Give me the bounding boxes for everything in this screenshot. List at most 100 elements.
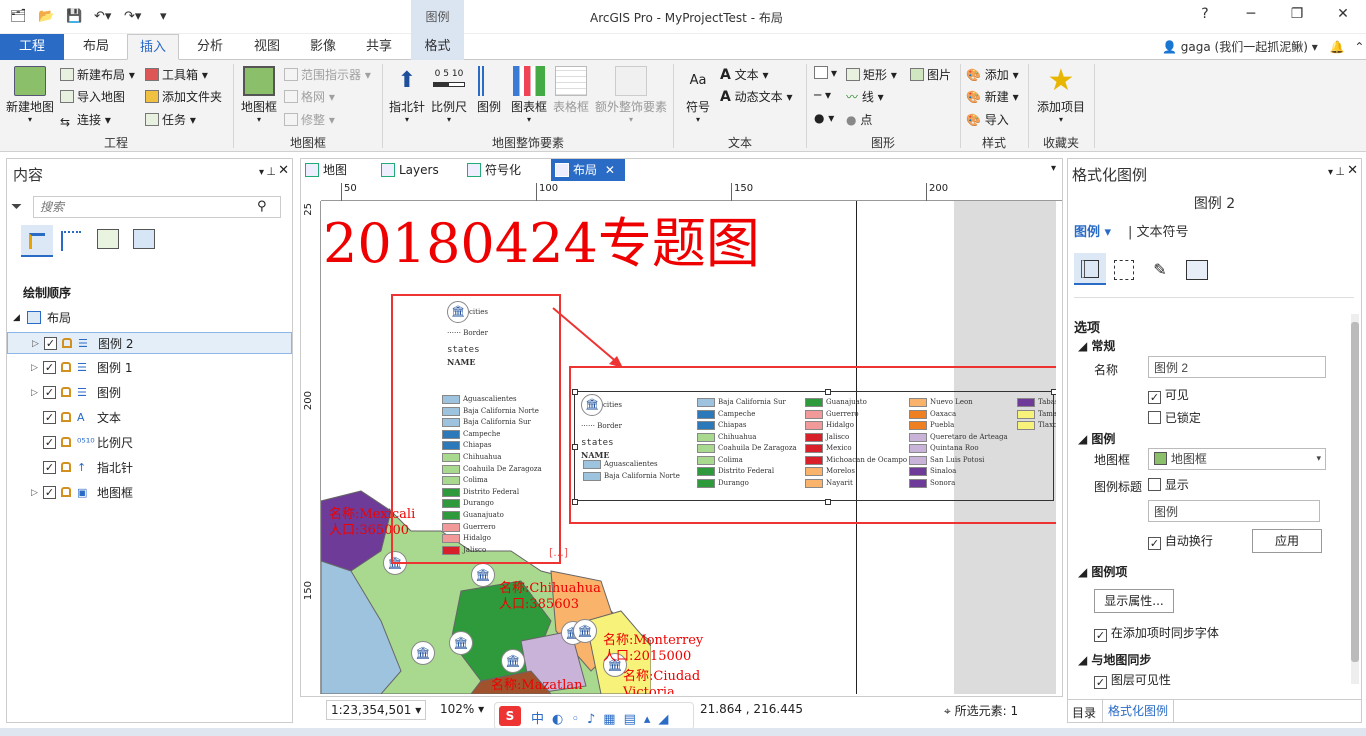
legend-button[interactable]: 图例 bbox=[472, 66, 506, 115]
map-frame-button[interactable]: 地图框 ▾ bbox=[238, 66, 280, 124]
layout-canvas[interactable]: 🏛🏛🏛🏛🏛🏛🏛🏛 20180424专题图 名称:Mexicali人口:36500… bbox=[321, 201, 1056, 694]
catalog-tab[interactable]: 目录 bbox=[1072, 704, 1096, 721]
visibility-checkbox[interactable]: ✓ bbox=[43, 361, 56, 374]
general-section[interactable]: ◢ 常规 bbox=[1078, 337, 1115, 354]
point-style-button[interactable]: ● ▾ bbox=[814, 111, 834, 125]
display-view-button[interactable]: ✎ bbox=[1150, 260, 1170, 280]
pin-icon[interactable]: ⊥ bbox=[1335, 165, 1345, 178]
doc-tab-map[interactable]: 地图 bbox=[301, 159, 361, 181]
grid-button[interactable]: 格网 ▾ bbox=[284, 88, 335, 105]
visibility-checkbox[interactable]: ✓ bbox=[43, 461, 56, 474]
extra-surround-button[interactable]: 额外整饰要素 ▾ bbox=[592, 66, 670, 124]
visible-checkbox[interactable]: ✓ 可见 bbox=[1148, 386, 1189, 404]
tree-root-layout[interactable]: ◢ 布局 bbox=[7, 307, 292, 329]
expand-icon[interactable]: ▷ bbox=[31, 482, 38, 504]
expand-icon[interactable]: ▷ bbox=[31, 357, 38, 379]
lock-icon[interactable] bbox=[61, 462, 71, 472]
name-input[interactable] bbox=[1148, 356, 1326, 378]
save-icon[interactable]: 💾 bbox=[66, 9, 82, 24]
lock-icon[interactable] bbox=[61, 437, 71, 447]
lock-icon[interactable] bbox=[61, 487, 71, 497]
tree-item[interactable]: ▷ ✓ ☰ 图例 2 bbox=[7, 332, 292, 354]
minimize-button[interactable]: ─ bbox=[1236, 6, 1266, 22]
tree-item[interactable]: ▷ ✓ ☰ 图例 1 bbox=[7, 357, 292, 379]
legend-items-section[interactable]: ◢ 图例项 bbox=[1078, 563, 1127, 580]
collapse-icon[interactable]: ◢ bbox=[13, 307, 20, 329]
tab-analysis[interactable]: 分析 bbox=[186, 34, 234, 60]
filter-icon[interactable]: ⏷ bbox=[11, 199, 22, 215]
line-button[interactable]: 〰 线 ▾ bbox=[846, 88, 884, 105]
expand-icon[interactable]: ▷ bbox=[31, 382, 38, 404]
layer-visibility-checkbox[interactable]: ✓ 图层可见性 bbox=[1094, 671, 1171, 689]
visibility-checkbox[interactable]: ✓ bbox=[43, 386, 56, 399]
redo-icon[interactable]: ↷▾ bbox=[124, 9, 141, 24]
tab-list-icon[interactable]: ▾ bbox=[1051, 163, 1056, 174]
pane-options-icon[interactable]: ▾ bbox=[259, 167, 264, 178]
lock-icon[interactable] bbox=[61, 387, 71, 397]
close-pane-icon[interactable]: ✕ bbox=[278, 163, 289, 178]
tree-item[interactable]: ▷ ✓ ▣ 地图框 bbox=[7, 482, 292, 504]
doc-tab-symbology[interactable]: 符号化 bbox=[463, 159, 541, 181]
collapse-ribbon-icon[interactable]: ⌃ bbox=[1354, 40, 1364, 54]
show-title-checkbox[interactable]: 显示 bbox=[1148, 476, 1189, 493]
scrollbar[interactable] bbox=[1351, 314, 1359, 684]
notification-icon[interactable]: 🔔 bbox=[1330, 40, 1345, 54]
legend-title-input[interactable] bbox=[1148, 500, 1320, 522]
picture-button[interactable]: 图片 bbox=[910, 66, 951, 83]
tab-view[interactable]: 视图 bbox=[243, 34, 291, 60]
north-arrow-button[interactable]: ⬆ 指北针 ▾ bbox=[386, 66, 428, 124]
layout-title-text[interactable]: 20180424专题图 bbox=[323, 201, 760, 278]
toolbox-button[interactable]: 工具箱 ▾ bbox=[145, 66, 208, 83]
open-project-icon[interactable]: 📂 bbox=[38, 9, 54, 24]
visibility-checkbox[interactable]: ✓ bbox=[44, 337, 57, 350]
selection-view-button[interactable] bbox=[61, 231, 81, 251]
connect-button[interactable]: ⇆ 连接 ▾ bbox=[60, 111, 111, 129]
add-style-button[interactable]: 🎨 添加 ▾ bbox=[966, 66, 1019, 83]
ime-toolbar[interactable]: S 中◐◦♪▦▤▴◢ bbox=[494, 702, 694, 730]
visibility-checkbox[interactable]: ✓ bbox=[43, 436, 56, 449]
tree-item[interactable]: ▷ ✓ ☰ 图例 bbox=[7, 382, 292, 404]
sync-font-checkbox[interactable]: ✓ 在添加项时同步字体 bbox=[1094, 624, 1219, 642]
new-layout-button[interactable]: 新建布局 ▾ bbox=[60, 66, 135, 83]
new-project-icon[interactable]: 🗂 bbox=[10, 9, 27, 24]
rectangle-button[interactable]: 矩形 ▾ bbox=[846, 66, 897, 83]
text-symbol-tab[interactable]: | 文本符号 bbox=[1128, 221, 1189, 240]
show-properties-button[interactable]: 显示属性... bbox=[1094, 589, 1174, 613]
symbol-button[interactable]: Aa 符号 ▾ bbox=[680, 66, 716, 124]
point-button[interactable]: ● 点 bbox=[846, 111, 872, 128]
tree-item[interactable]: ✓ ⁰⁵¹⁰ 比例尺 bbox=[7, 432, 292, 454]
task-button[interactable]: 任务 ▾ bbox=[145, 111, 196, 128]
import-map-button[interactable]: 导入地图 bbox=[60, 88, 125, 105]
pane-options-icon[interactable]: ▾ bbox=[1328, 167, 1333, 178]
customize-quick-access-icon[interactable]: ▾ bbox=[160, 9, 167, 24]
maximize-button[interactable]: ❐ bbox=[1282, 6, 1312, 22]
editing-view-button[interactable] bbox=[97, 229, 119, 249]
search-icon[interactable]: ⚲ bbox=[257, 199, 267, 214]
pin-icon[interactable]: ⊥ bbox=[266, 165, 276, 178]
format-legend-tab[interactable]: 格式化图例 bbox=[1102, 700, 1175, 723]
close-pane-icon[interactable]: ✕ bbox=[1347, 163, 1358, 178]
tab-format[interactable]: 格式 bbox=[411, 34, 464, 60]
scale-selector[interactable]: 1:23,354,501 ▾ bbox=[326, 700, 426, 720]
locked-checkbox[interactable]: 已锁定 bbox=[1148, 409, 1201, 426]
tab-project[interactable]: 工程 bbox=[0, 34, 64, 60]
chart-frame-button[interactable]: 图表框 ▾ bbox=[508, 66, 550, 124]
text-button[interactable]: A 文本 ▾ bbox=[720, 66, 769, 83]
visibility-checkbox[interactable]: ✓ bbox=[43, 486, 56, 499]
import-style-button[interactable]: 🎨 导入 bbox=[966, 111, 1009, 128]
close-tab-icon[interactable]: ✕ bbox=[605, 163, 615, 177]
add-folder-button[interactable]: 添加文件夹 bbox=[145, 88, 222, 105]
doc-tab-layers[interactable]: Layers bbox=[377, 159, 447, 181]
lock-icon[interactable] bbox=[61, 412, 71, 422]
dynamic-text-button[interactable]: A 动态文本 ▾ bbox=[720, 88, 793, 105]
tab-layout[interactable]: 布局 bbox=[72, 34, 120, 60]
ime-tool-icons[interactable]: 中◐◦♪▦▤▴◢ bbox=[531, 708, 676, 727]
tab-imagery[interactable]: 影像 bbox=[299, 34, 347, 60]
selected-elements[interactable]: ⌖ 所选元素: 1 bbox=[944, 702, 1018, 719]
snapping-view-button[interactable] bbox=[133, 229, 155, 249]
options-view-button[interactable] bbox=[1074, 253, 1106, 285]
user-account[interactable]: 👤 gaga (我们一起抓泥鳅) ▾ 🔔 ⌃ bbox=[1162, 38, 1364, 55]
expand-icon[interactable]: ▷ bbox=[32, 333, 39, 355]
table-frame-button[interactable]: 表格框 bbox=[551, 66, 591, 115]
undo-icon[interactable]: ↶▾ bbox=[94, 9, 111, 24]
